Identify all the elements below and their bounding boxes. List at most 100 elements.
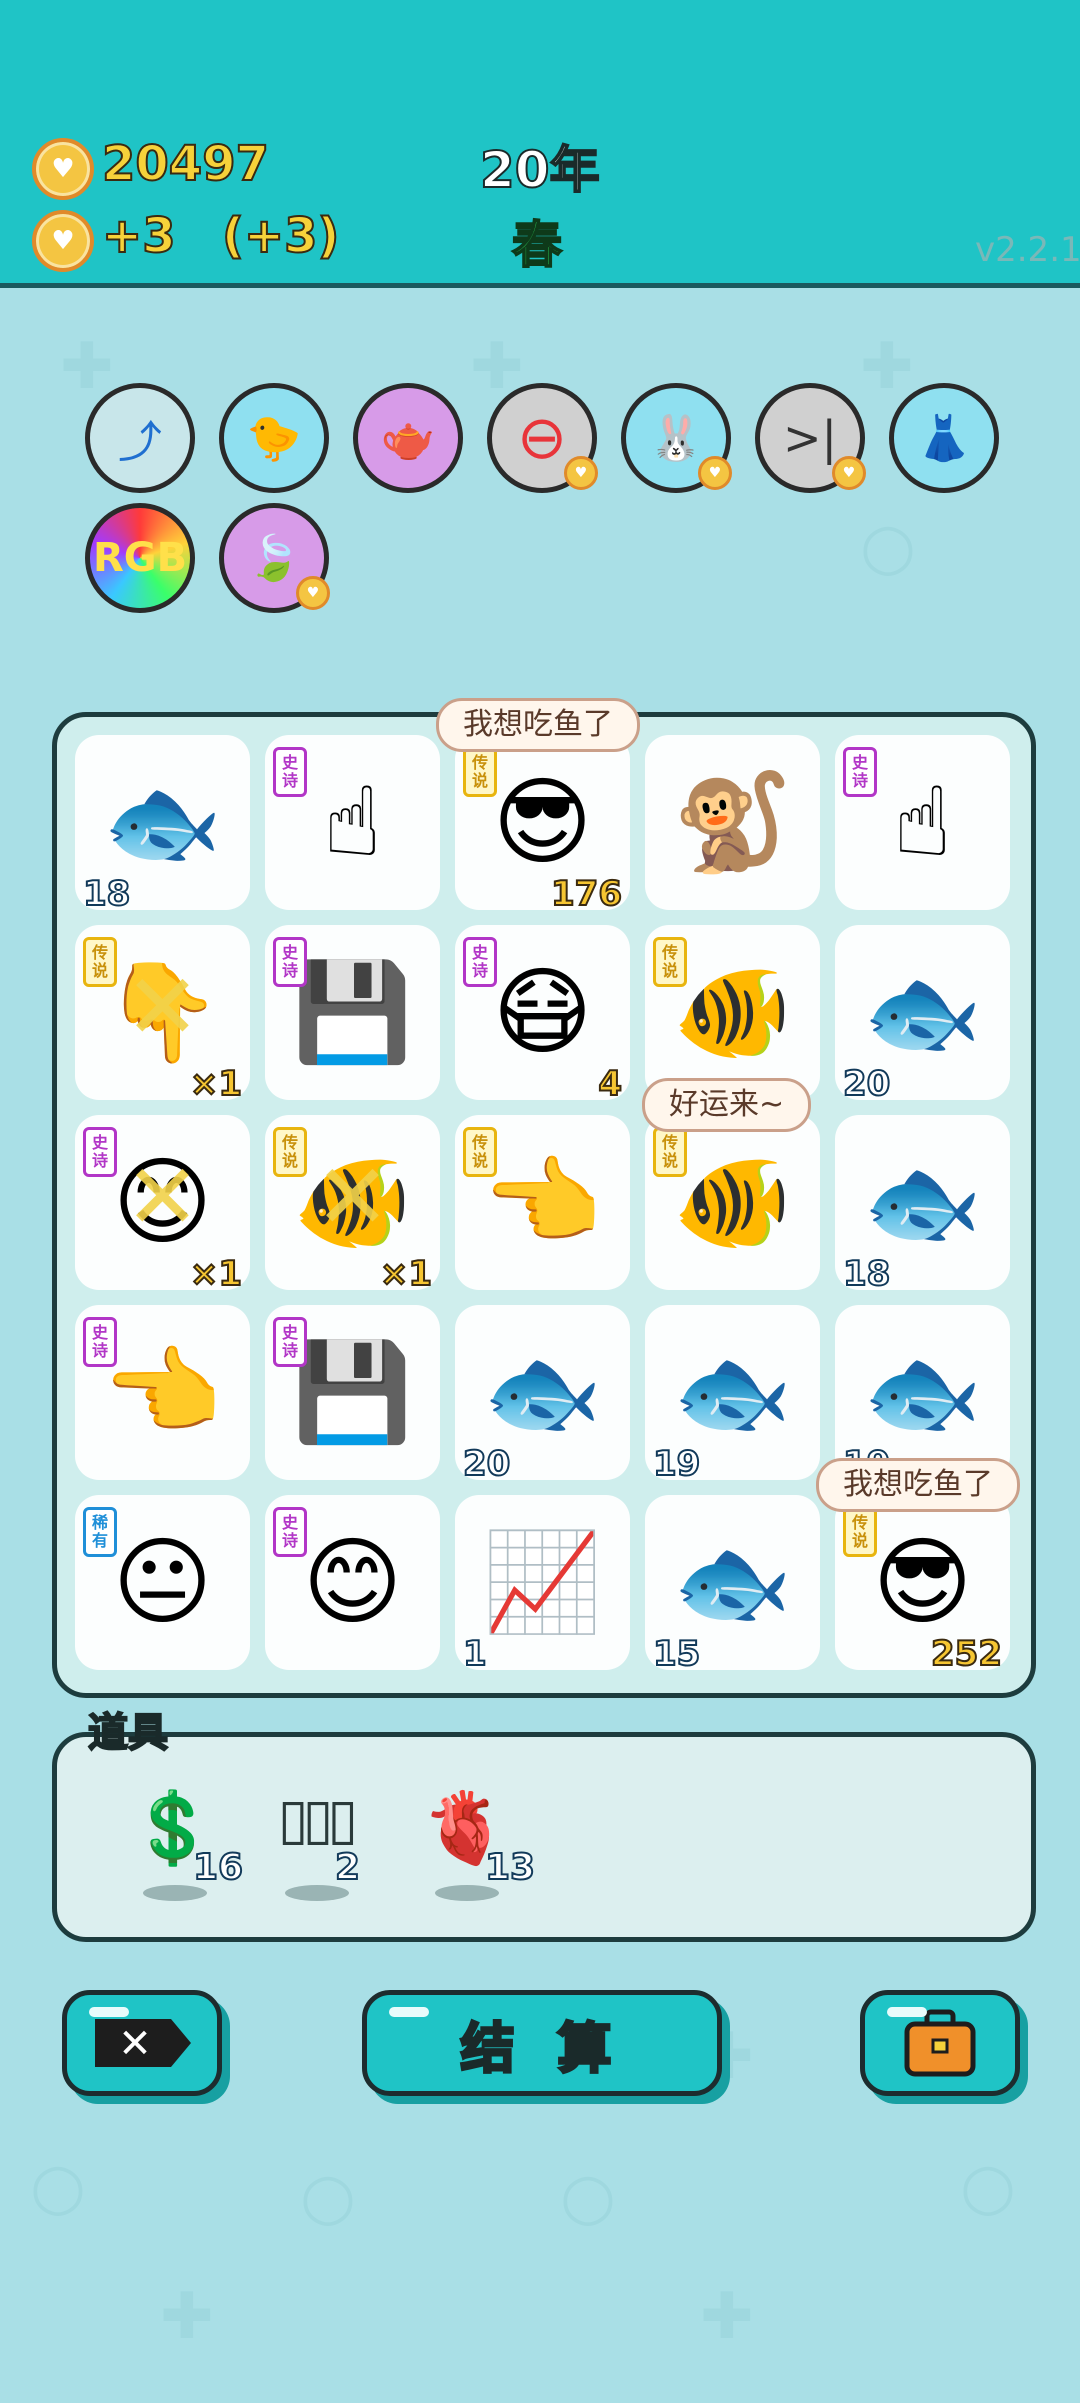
speech-bubble: 好运来~ — [642, 1078, 812, 1132]
cell-count: 18 — [842, 1253, 891, 1295]
rgb-icon[interactable]: RGB — [85, 503, 195, 613]
button-shine — [887, 2007, 927, 2017]
chick-egg-icon[interactable]: 🐤 — [219, 383, 329, 493]
cell-value: 252 — [930, 1633, 1003, 1675]
chick-egg-icon-glyph: 🐤 — [246, 413, 302, 464]
item-quantity: 2 — [334, 1846, 361, 1889]
button-shine — [389, 2007, 429, 2017]
board-cell[interactable]: 🐠 传说 — [645, 1115, 820, 1290]
board-cell[interactable]: 🐟19 — [835, 1305, 1010, 1485]
board-cell[interactable]: 🐠 传说 — [645, 925, 820, 1100]
minus-circle-icon[interactable]: ⊖ ♥ — [487, 383, 598, 493]
heart-badge-icon: ♥ — [832, 456, 866, 490]
bg-decoration: ○ — [860, 510, 916, 584]
version-label: v2.2.1 — [975, 230, 1080, 270]
board-cell[interactable]: 🐠 ✕ 传说 ×1 — [265, 1115, 440, 1295]
cell-value: 176 — [550, 873, 623, 915]
cell-count: 19 — [652, 1443, 701, 1485]
board-cell[interactable]: 🐟 20 — [455, 1305, 630, 1485]
rarity-tag: 传说 — [463, 747, 497, 797]
skip-icon-glyph: >| — [782, 411, 838, 465]
rabbit-icon[interactable]: 🐰 ♥ — [621, 383, 732, 493]
heart-badge-icon: ♥ — [698, 456, 732, 490]
button-shine — [89, 2007, 129, 2017]
cell-value: 4 — [597, 1063, 623, 1105]
board-cell[interactable]: 👈 传说 — [455, 1115, 630, 1290]
board-cell[interactable]: 🐟 20 — [835, 925, 1010, 1105]
skirt-icon[interactable]: 👗 — [889, 383, 999, 493]
bg-decoration: ✚ — [60, 330, 114, 404]
cell-count: 15 — [652, 1633, 701, 1675]
board-cell[interactable]: 😐 稀有 — [75, 1495, 250, 1670]
backspace-icon: ✕ — [95, 2019, 191, 2067]
coin-icon: ♥ — [32, 210, 94, 272]
leaf-icon-glyph: 🍃 — [246, 533, 302, 584]
board-cell[interactable]: 😎 传说 252 — [835, 1495, 1010, 1675]
liver-item[interactable]: 🫀 13 — [415, 1777, 536, 1907]
coin-income-bonus: (+3) — [221, 207, 340, 265]
board-cell[interactable]: 😊 史诗 — [265, 1495, 440, 1670]
minus-circle-icon-glyph: ⊖ — [516, 403, 568, 473]
board-cell[interactable]: ☝ 史诗 — [265, 735, 440, 910]
monkey-icon: 🐒 — [672, 766, 793, 878]
rarity-tag: 史诗 — [273, 1507, 307, 1557]
board-cell[interactable]: ☝ 史诗 — [835, 735, 1010, 910]
items-label: 道具 — [87, 1709, 169, 1757]
rarity-tag: 史诗 — [83, 1127, 117, 1177]
skip-icon[interactable]: >| ♥ — [755, 383, 866, 493]
items-panel: 💲 16 ▯▯▯ 2 🫀 13 — [52, 1732, 1036, 1942]
item-quantity: 16 — [192, 1846, 244, 1889]
slot-board: 🐟 18 ☝ 史诗 😎 传说 176 🐒 ☝ 史诗 👇 ✕ 传说 ×1 💾 史诗 😷 史诗 4 🐠 传说 🐟 20 😊 ✕ 史诗 ×… — [52, 712, 1036, 1698]
board-cell[interactable]: 🐟 18 — [75, 735, 250, 915]
gravy-boat-icon-glyph: 🫖 — [380, 413, 436, 464]
board-cell[interactable]: 😷 史诗 4 — [455, 925, 630, 1105]
rarity-tag: 史诗 — [273, 747, 307, 797]
cell-count: 20 — [842, 1063, 891, 1105]
board-cell[interactable]: 🐒 — [645, 735, 820, 910]
cell-count: 1 — [462, 1633, 488, 1675]
board-cell[interactable]: 😊 ✕ 史诗 ×1 — [75, 1115, 250, 1295]
board-cell[interactable]: 🐟 15 — [645, 1495, 820, 1675]
cell-value: ×1 — [189, 1253, 243, 1295]
bg-decoration: ✚ — [160, 2280, 214, 2354]
cell-value: ×1 — [379, 1253, 433, 1295]
settle-button[interactable]: 结 算 — [362, 1990, 722, 2096]
board-cell[interactable]: 👈 史诗 — [75, 1305, 250, 1480]
rarity-tag: 史诗 — [463, 937, 497, 987]
arrow-card-icon-glyph: ⤴ — [118, 417, 162, 468]
fish-icon: 🐟 — [862, 1336, 983, 1448]
rarity-tag: 稀有 — [83, 1507, 117, 1557]
coin-total: 20497 — [101, 135, 270, 193]
bg-decoration: ○ — [560, 2160, 616, 2234]
fish-icon: 🐟 — [862, 1146, 983, 1258]
triple-jar-icon: ▯▯▯ — [277, 1787, 358, 1852]
board-cell[interactable]: 😎 传说 176 — [455, 735, 630, 915]
fish-icon: 🐟 — [482, 1336, 603, 1448]
top-status-bar: ♥ 20497 ♥ +3 (+3) 20年 春 v2.2.1 — [0, 0, 1080, 288]
leaf-icon[interactable]: 🍃 ♥ — [219, 503, 330, 613]
board-cell[interactable]: 💾 史诗 — [265, 925, 440, 1100]
dollar-coin-item[interactable]: 💲 16 — [123, 1777, 244, 1907]
bg-decoration: ✚ — [860, 330, 914, 404]
rarity-tag: 传说 — [653, 937, 687, 987]
rabbit-icon-glyph: 🐰 — [648, 413, 704, 464]
speech-bubble: 我想吃鱼了 — [436, 698, 640, 752]
gravy-boat-icon[interactable]: 🫖 — [353, 383, 463, 493]
arrow-card-icon[interactable]: ⤴ — [85, 383, 195, 493]
triple-jar-item[interactable]: ▯▯▯ 2 — [265, 1777, 365, 1907]
svg-text:✕: ✕ — [118, 2021, 152, 2067]
bg-decoration: ○ — [300, 2160, 356, 2234]
fish-icon: 🐟 — [672, 1336, 793, 1448]
board-cell[interactable]: 📈 1 — [455, 1495, 630, 1675]
rarity-tag: 传说 — [843, 1507, 877, 1557]
board-cell[interactable]: 💾 史诗 — [265, 1305, 440, 1480]
heart-badge-icon: ♥ — [296, 576, 330, 610]
cell-value: ×1 — [189, 1063, 243, 1105]
board-cell[interactable]: 🐟19 — [645, 1305, 820, 1485]
board-cell[interactable]: 🐟 18 — [835, 1115, 1010, 1295]
inventory-button[interactable] — [860, 1990, 1020, 2096]
board-cell[interactable]: 👇 ✕ 传说 ×1 — [75, 925, 250, 1105]
remove-button[interactable]: ✕ — [62, 1990, 222, 2096]
year-label: 20年 — [479, 140, 601, 200]
rarity-tag: 史诗 — [273, 1317, 307, 1367]
